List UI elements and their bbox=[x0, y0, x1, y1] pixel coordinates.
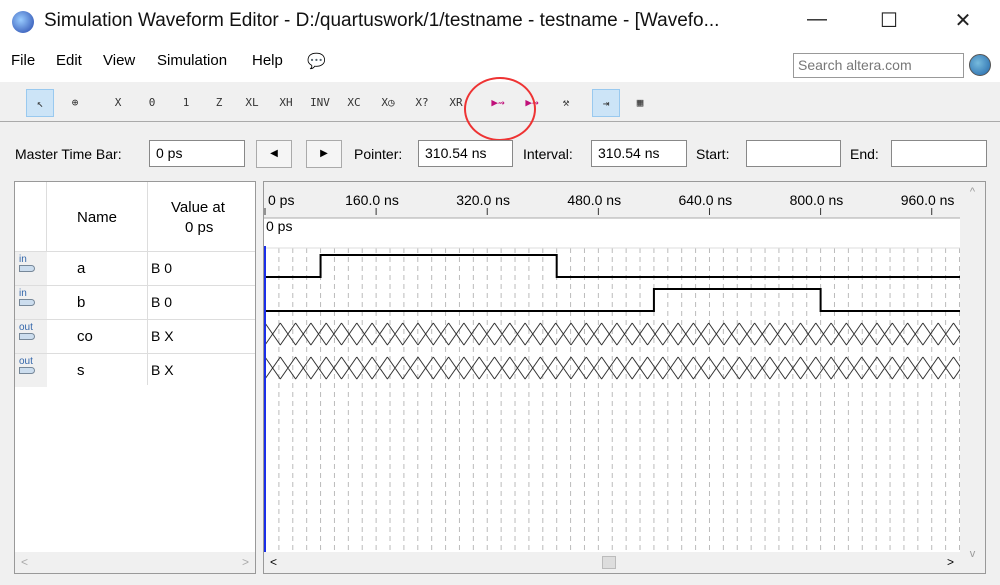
pointer-input[interactable]: 310.54 ns bbox=[418, 140, 513, 167]
ruler-label: 800.0 ns bbox=[790, 192, 844, 208]
pointer-label: Pointer: bbox=[354, 146, 403, 162]
prev-transition-button[interactable]: ◀ bbox=[256, 140, 292, 168]
window-title: Simulation Waveform Editor - D:/quartusw… bbox=[44, 10, 720, 31]
feedback-icon[interactable]: 💬 bbox=[307, 52, 326, 70]
interval-label: Interval: bbox=[523, 146, 573, 162]
forcing-high-icon[interactable]: 1 bbox=[172, 89, 200, 117]
menu-file[interactable]: File bbox=[11, 52, 35, 69]
ruler-label: 160.0 ns bbox=[345, 192, 399, 208]
interval-input[interactable]: 310.54 ns bbox=[591, 140, 687, 167]
count-value-icon[interactable]: XC bbox=[340, 89, 368, 117]
ruler-label: 320.0 ns bbox=[456, 192, 510, 208]
ruler-label: 0 ps bbox=[268, 192, 294, 208]
waveform-b[interactable] bbox=[265, 288, 960, 312]
zoom-tool-icon[interactable]: ⊕ bbox=[61, 89, 89, 117]
next-transition-button[interactable]: ▶ bbox=[306, 140, 342, 168]
snap-to-grid-icon[interactable]: ⇥ bbox=[592, 89, 620, 117]
name-column-header[interactable]: Name bbox=[77, 209, 117, 226]
random-icon[interactable]: X? bbox=[408, 89, 436, 117]
close-button[interactable]: ✕ bbox=[943, 8, 983, 36]
signal-name: b bbox=[77, 294, 86, 311]
menu-view[interactable]: View bbox=[103, 52, 135, 69]
invert-icon[interactable]: INV bbox=[306, 89, 334, 117]
value-column-header-time: 0 ps bbox=[185, 219, 214, 236]
generate-netlist-icon[interactable]: ⚒ bbox=[552, 89, 580, 117]
forcing-low-icon[interactable]: 0 bbox=[138, 89, 166, 117]
input-pin-icon: in bbox=[15, 252, 47, 285]
signal-value: B X bbox=[151, 328, 174, 344]
app-logo-icon bbox=[12, 11, 34, 33]
end-label: End: bbox=[850, 146, 879, 162]
signal-list-pane: Name Value at 0 ps in a B 0 in b B 0 out c… bbox=[14, 181, 256, 574]
menu-help[interactable]: Help bbox=[252, 52, 283, 69]
master-time-bar-input[interactable]: 0 ps bbox=[149, 140, 245, 167]
snap-group-icon[interactable]: ▦ bbox=[626, 89, 654, 117]
highlight-circle bbox=[464, 77, 536, 141]
signal-name: s bbox=[77, 362, 85, 379]
ruler-label: 640.0 ns bbox=[678, 192, 732, 208]
end-input[interactable] bbox=[891, 140, 987, 167]
signal-value: B 0 bbox=[151, 260, 173, 276]
pin-direction: out bbox=[19, 356, 33, 367]
search-input[interactable]: Search altera.com bbox=[793, 53, 964, 78]
weak-high-icon[interactable]: XH bbox=[272, 89, 300, 117]
forcing-unknown-icon[interactable]: X bbox=[104, 89, 132, 117]
output-pin-icon: out bbox=[15, 354, 47, 387]
globe-icon[interactable] bbox=[969, 54, 991, 76]
start-input[interactable] bbox=[746, 140, 841, 167]
pin-direction: out bbox=[19, 322, 33, 333]
master-time-bar-label: Master Time Bar: bbox=[15, 146, 122, 162]
start-label: Start: bbox=[696, 146, 730, 162]
high-impedance-icon[interactable]: Z bbox=[205, 89, 233, 117]
output-pin-icon: out bbox=[15, 320, 47, 353]
signal-value: B X bbox=[151, 362, 174, 378]
signal-row-co[interactable]: out co B X bbox=[15, 319, 255, 353]
ruler-label: 960.0 ns bbox=[901, 192, 955, 208]
signal-row-a[interactable]: in a B 0 bbox=[15, 251, 255, 285]
waveform-pane: 0 ps 160.0 ns 320.0 ns 480.0 ns 640.0 ns 800.… bbox=[263, 181, 986, 574]
menu-simulation[interactable]: Simulation bbox=[157, 52, 227, 69]
value-column-header[interactable]: Value at bbox=[171, 199, 225, 216]
horizontal-scrollbar[interactable]: < > bbox=[264, 552, 960, 573]
cursor-label: 0 ps bbox=[266, 218, 292, 234]
signal-name: co bbox=[77, 328, 93, 345]
waveform-canvas[interactable]: 0 ps 160.0 ns 320.0 ns 480.0 ns 640.0 ns 800.… bbox=[264, 182, 960, 552]
signal-row-s[interactable]: out s B X bbox=[15, 353, 255, 387]
signal-row-b[interactable]: in b B 0 bbox=[15, 285, 255, 319]
menu-edit[interactable]: Edit bbox=[56, 52, 82, 69]
pin-direction: in bbox=[19, 254, 27, 265]
weak-low-icon[interactable]: XL bbox=[238, 89, 266, 117]
ruler-label: 480.0 ns bbox=[567, 192, 621, 208]
vertical-scrollbar[interactable]: ^ v bbox=[960, 182, 985, 573]
left-horizontal-scrollbar[interactable]: < > bbox=[15, 552, 255, 573]
scroll-thumb[interactable] bbox=[602, 556, 616, 569]
signal-name: a bbox=[77, 260, 86, 277]
maximize-button[interactable]: ☐ bbox=[869, 8, 909, 36]
pin-direction: in bbox=[19, 288, 27, 299]
clock-icon[interactable]: X◷ bbox=[374, 89, 402, 117]
signal-value: B 0 bbox=[151, 294, 173, 310]
minimize-button[interactable]: — bbox=[797, 8, 837, 36]
input-pin-icon: in bbox=[15, 286, 47, 319]
selection-tool-icon[interactable]: ↖ bbox=[26, 89, 54, 117]
